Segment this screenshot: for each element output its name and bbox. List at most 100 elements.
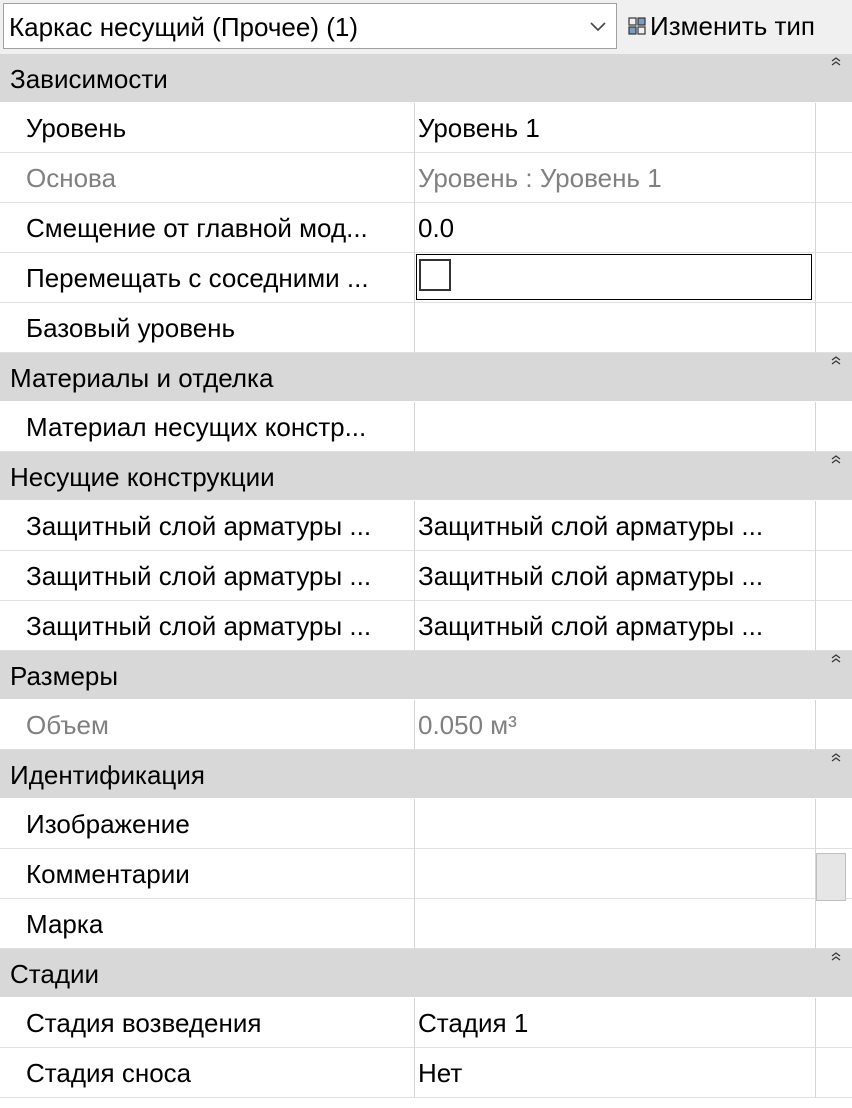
property-name-cell: Основа — [0, 153, 415, 203]
property-name: Изображение — [26, 809, 190, 839]
scrollbar-track[interactable] — [816, 799, 852, 849]
property-value-cell[interactable]: Защитный слой арматуры ... — [415, 551, 816, 601]
scrollbar-track[interactable] — [816, 1048, 852, 1098]
property-value-cell[interactable]: Стадия 1 — [415, 998, 816, 1048]
group-header[interactable]: Идентификация — [0, 750, 852, 799]
property-name: Объем — [26, 710, 109, 740]
collapse-group-icon[interactable] — [830, 454, 842, 466]
property-value-cell[interactable] — [415, 849, 816, 899]
property-name-cell: Материал несущих констр... — [0, 402, 415, 452]
scrollbar-thumb[interactable] — [816, 853, 846, 901]
group-header[interactable]: Материалы и отделка — [0, 353, 852, 402]
property-name-cell: Перемещать с соседними ... — [0, 253, 415, 303]
collapse-group-icon[interactable] — [830, 951, 842, 963]
scrollbar-track[interactable] — [816, 501, 852, 551]
group-header[interactable]: Несущие конструкции — [0, 452, 852, 501]
collapse-group-icon[interactable] — [830, 653, 842, 665]
property-value-cell[interactable]: Уровень 1 — [415, 103, 816, 153]
property-value-cell[interactable]: 0.0 — [415, 203, 816, 253]
value-edit-box[interactable] — [416, 254, 812, 300]
property-name: Материал несущих констр... — [26, 412, 367, 442]
group-header[interactable]: Размеры — [0, 651, 852, 700]
property-row[interactable]: Защитный слой арматуры ... Защитный слой … — [0, 601, 852, 651]
property-name: Перемещать с соседними ... — [26, 263, 369, 293]
scrollbar-track[interactable] — [816, 700, 852, 750]
type-selector-value: Каркас несущий (Прочее) (1) — [9, 12, 358, 42]
property-checkbox[interactable] — [419, 259, 451, 291]
property-value-cell[interactable] — [415, 303, 816, 353]
property-row[interactable]: Стадия возведения Стадия 1 — [0, 998, 852, 1048]
property-row: Объем 0.050 м³ — [0, 700, 852, 750]
collapse-group-icon[interactable] — [830, 355, 842, 367]
property-value: Стадия 1 — [418, 1008, 529, 1038]
scrollbar-track[interactable] — [816, 153, 852, 203]
property-name-cell: Смещение от главной мод... — [0, 203, 415, 253]
scrollbar-track[interactable] — [816, 253, 852, 303]
property-name-cell: Защитный слой арматуры ... — [0, 601, 415, 651]
property-name-cell: Защитный слой арматуры ... — [0, 501, 415, 551]
scrollbar-track[interactable] — [816, 303, 852, 353]
property-name-cell: Защитный слой арматуры ... — [0, 551, 415, 601]
property-name: Защитный слой арматуры ... — [26, 561, 372, 591]
property-row[interactable]: Марка — [0, 899, 852, 949]
property-value: 0.050 м³ — [418, 710, 517, 740]
scrollbar-track[interactable] — [816, 601, 852, 651]
property-value-cell[interactable] — [415, 799, 816, 849]
property-name: Защитный слой арматуры ... — [26, 511, 372, 541]
property-row[interactable]: Базовый уровень — [0, 303, 852, 353]
scrollbar-track[interactable] — [816, 203, 852, 253]
group-name: Материалы и отделка — [10, 363, 274, 393]
property-value-cell[interactable]: Нет — [415, 1048, 816, 1098]
property-value: Нет — [418, 1058, 463, 1088]
group-name: Идентификация — [10, 760, 205, 790]
property-value-cell[interactable]: Защитный слой арматуры ... — [415, 601, 816, 651]
property-value: Защитный слой арматуры ... — [418, 511, 764, 541]
properties-grid: Зависимости Уровень Уровень 1 Основа Уровень… — [0, 54, 852, 1098]
property-row[interactable]: Защитный слой арматуры ... Защитный слой … — [0, 551, 852, 601]
property-row[interactable]: Перемещать с соседними ... — [0, 253, 852, 303]
property-row[interactable]: Комментарии — [0, 849, 852, 899]
collapse-group-icon[interactable] — [830, 56, 842, 68]
property-name-cell: Объем — [0, 700, 415, 750]
property-row[interactable]: Уровень Уровень 1 — [0, 103, 852, 153]
property-name: Комментарии — [26, 859, 190, 889]
property-row[interactable]: Изображение — [0, 799, 852, 849]
property-row[interactable]: Защитный слой арматуры ... Защитный слой … — [0, 501, 852, 551]
property-row[interactable]: Смещение от главной мод... 0.0 — [0, 203, 852, 253]
property-row: Основа Уровень : Уровень 1 — [0, 153, 852, 203]
group-header[interactable]: Стадии — [0, 949, 852, 998]
property-value-cell[interactable] — [415, 253, 816, 303]
edit-type-button[interactable]: Изменить тип — [626, 3, 848, 49]
property-name-cell: Стадия возведения — [0, 998, 415, 1048]
scrollbar-track[interactable] — [816, 899, 852, 949]
property-value: Защитный слой арматуры ... — [418, 561, 764, 591]
property-row[interactable]: Материал несущих констр... — [0, 402, 852, 452]
edit-type-label: Изменить тип — [650, 11, 816, 41]
scrollbar-track[interactable] — [816, 551, 852, 601]
scrollbar-track[interactable] — [816, 998, 852, 1048]
property-name-cell: Уровень — [0, 103, 415, 153]
type-selector-dropdown[interactable]: Каркас несущий (Прочее) (1) — [3, 3, 617, 49]
property-name: Смещение от главной мод... — [26, 213, 368, 243]
property-row[interactable]: Стадия сноса Нет — [0, 1048, 852, 1098]
property-name-cell: Комментарии — [0, 849, 415, 899]
property-value-cell[interactable]: Защитный слой арматуры ... — [415, 501, 816, 551]
property-name-cell: Марка — [0, 899, 415, 949]
property-name: Защитный слой арматуры ... — [26, 611, 372, 641]
chevron-down-icon[interactable] — [588, 16, 608, 36]
property-name: Базовый уровень — [26, 313, 236, 343]
collapse-group-icon[interactable] — [830, 752, 842, 764]
properties-toolbar: Каркас несущий (Прочее) (1) Изменить тип — [0, 0, 852, 55]
property-value: 0.0 — [418, 213, 455, 243]
group-name: Стадии — [10, 959, 100, 989]
property-name-cell: Стадия сноса — [0, 1048, 415, 1098]
property-value-cell[interactable] — [415, 899, 816, 949]
property-value-cell[interactable] — [415, 402, 816, 452]
property-name: Стадия возведения — [26, 1008, 262, 1038]
group-name: Несущие конструкции — [10, 462, 275, 492]
group-header[interactable]: Зависимости — [0, 54, 852, 103]
scrollbar-track[interactable] — [816, 103, 852, 153]
scrollbar-track[interactable] — [816, 402, 852, 452]
property-value: Уровень : Уровень 1 — [418, 163, 662, 193]
property-value-cell: Уровень : Уровень 1 — [415, 153, 816, 203]
